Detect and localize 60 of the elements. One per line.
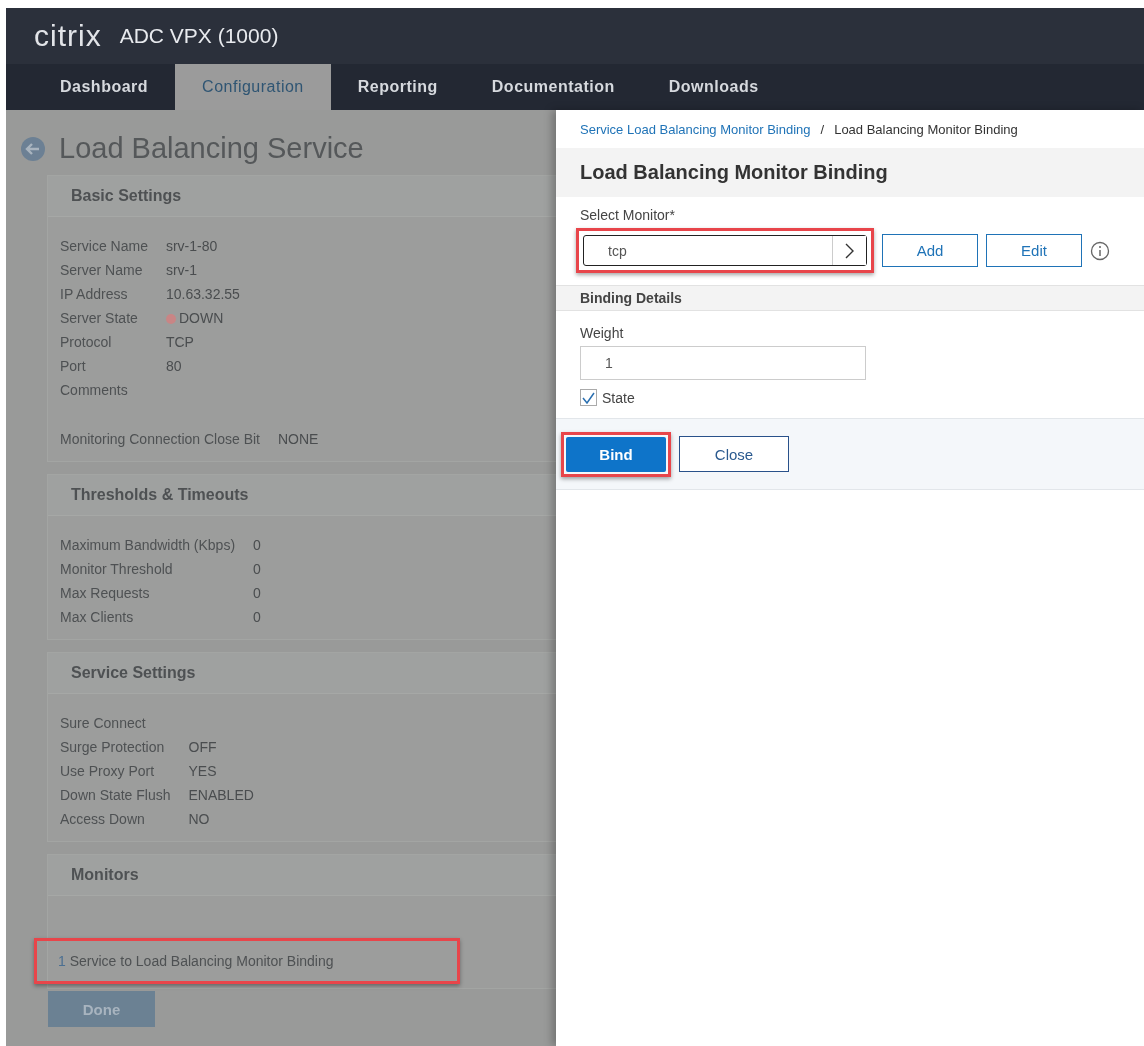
state-checkbox[interactable] [580, 389, 597, 406]
field-value: YES [188, 762, 217, 781]
field-label: Service Name [60, 237, 148, 256]
field-value: DOWN [178, 309, 224, 328]
info-icon[interactable] [1090, 240, 1110, 261]
field-label: Max Clients [60, 608, 135, 627]
field-value: ENABLED [188, 786, 254, 805]
card-title: Thresholds & Timeouts [71, 486, 249, 504]
field-label: Access Down [60, 810, 146, 829]
nav-tab[interactable]: Reporting [330, 64, 465, 110]
field-value: 80 [165, 357, 182, 376]
field-value: NONE [278, 430, 319, 449]
field-value: 0 [253, 536, 261, 555]
field-label: Down State Flush [60, 786, 171, 805]
field-label: Weight [580, 325, 625, 341]
monitor-action-button[interactable]: Edit [986, 234, 1082, 267]
field-label: Sure Connect [60, 714, 147, 733]
card-title: Basic Settings [71, 187, 182, 205]
field-label: Server State [60, 309, 139, 328]
field-value: NO [188, 810, 210, 829]
field-value: 0 [253, 608, 261, 627]
field-label: Use Proxy Port [60, 762, 156, 781]
field-label: Select Monitor* [580, 207, 676, 223]
product-name: ADC VPX (1000) [119, 24, 279, 48]
nav-tab[interactable]: Downloads [641, 64, 786, 110]
field-value: 10.63.32.55 [165, 285, 240, 304]
nav-tab[interactable]: Dashboard [33, 64, 176, 110]
field-label: Port [60, 357, 87, 376]
field-value: 0 [253, 560, 261, 579]
field-label: Monitoring Connection Close Bit [60, 430, 260, 449]
chevron-right-icon[interactable] [832, 236, 866, 265]
field-value: 0 [253, 584, 261, 603]
field-label: Max Requests [60, 584, 151, 603]
card-title: Monitors [71, 866, 139, 884]
field-value: TCP [165, 333, 194, 352]
section-title: Binding Details [580, 290, 682, 306]
checkbox-label: State [602, 389, 635, 406]
bind-button[interactable]: Bind [566, 436, 666, 472]
field-value: srv-1 [165, 261, 198, 280]
field-label: Comments [60, 381, 129, 400]
page-title: Load Balancing Service [59, 132, 364, 165]
field-label: IP Address [60, 285, 129, 304]
field-label: Server Name [60, 261, 144, 280]
monitor-action-button[interactable]: Add [882, 234, 978, 267]
close-button[interactable]: Close [679, 436, 789, 472]
breadcrumb-separator: / [820, 121, 825, 137]
card-title: Service Settings [71, 664, 196, 682]
field-label: Maximum Bandwidth (Kbps) [60, 536, 236, 555]
weight-input[interactable]: 1 [580, 346, 866, 380]
breadcrumb-link[interactable]: Service Load Balancing Monitor Binding [580, 121, 811, 137]
nav-tab[interactable]: Documentation [464, 64, 642, 110]
breadcrumb-current: Load Balancing Monitor Binding [834, 121, 1018, 137]
field-label: Monitor Threshold [60, 560, 174, 579]
field-value: srv-1-80 [165, 237, 218, 256]
field-value: OFF [188, 738, 217, 757]
field-label: Surge Protection [60, 738, 166, 757]
panel-title: Load Balancing Monitor Binding [580, 161, 888, 184]
field-label: Protocol [60, 333, 113, 352]
brand-logo: citrix [34, 19, 102, 53]
monitor-select[interactable]: tcp [583, 235, 867, 266]
